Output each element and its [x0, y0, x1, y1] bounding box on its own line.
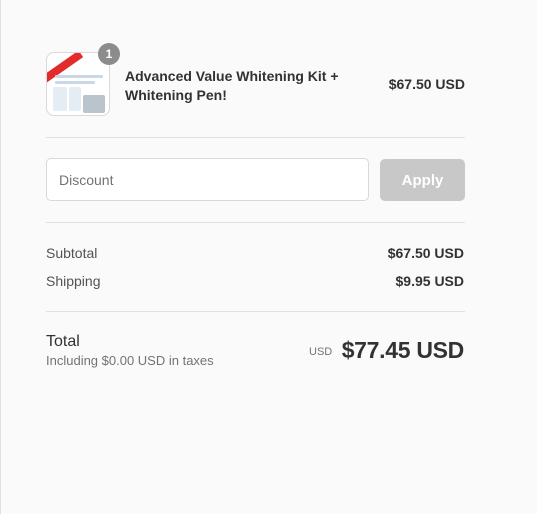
subtotal-label: Subtotal	[46, 245, 98, 261]
discount-input[interactable]	[46, 158, 369, 201]
thumbnail-detail	[55, 81, 95, 84]
order-summary-sidebar: 1 Advanced Value Whitening Kit + Whiteni…	[0, 0, 537, 514]
thumbnail-detail	[53, 87, 67, 111]
total-amount: $77.45 USD	[341, 337, 465, 363]
subtotal-value: $67.50 USD	[387, 245, 464, 261]
divider	[46, 311, 465, 312]
divider	[46, 137, 465, 138]
product-name-line-1: Advanced Value Whitening Kit +	[125, 68, 339, 84]
cart-line-item: 1 Advanced Value Whitening Kit + Whiteni…	[46, 43, 465, 116]
tax-note: Including $0.00 USD in taxes	[46, 353, 214, 368]
thumbnail-detail	[69, 87, 81, 111]
product-price: $67.50 USD	[388, 76, 465, 92]
shipping-value: $9.95 USD	[395, 273, 464, 289]
product-name-line-2: Whitening Pen!	[125, 87, 227, 103]
product-name: Advanced Value Whitening Kit + Whitening…	[125, 67, 355, 105]
shipping-label: Shipping	[46, 273, 101, 289]
apply-discount-button[interactable]: Apply	[380, 159, 465, 201]
total-label: Total	[46, 333, 80, 350]
thumbnail-photo	[83, 95, 105, 113]
divider	[46, 222, 465, 223]
quantity-badge: 1	[98, 43, 120, 65]
sale-ribbon-icon	[47, 53, 84, 84]
total-currency-code: USD	[309, 346, 333, 358]
thumbnail-detail	[55, 75, 103, 78]
